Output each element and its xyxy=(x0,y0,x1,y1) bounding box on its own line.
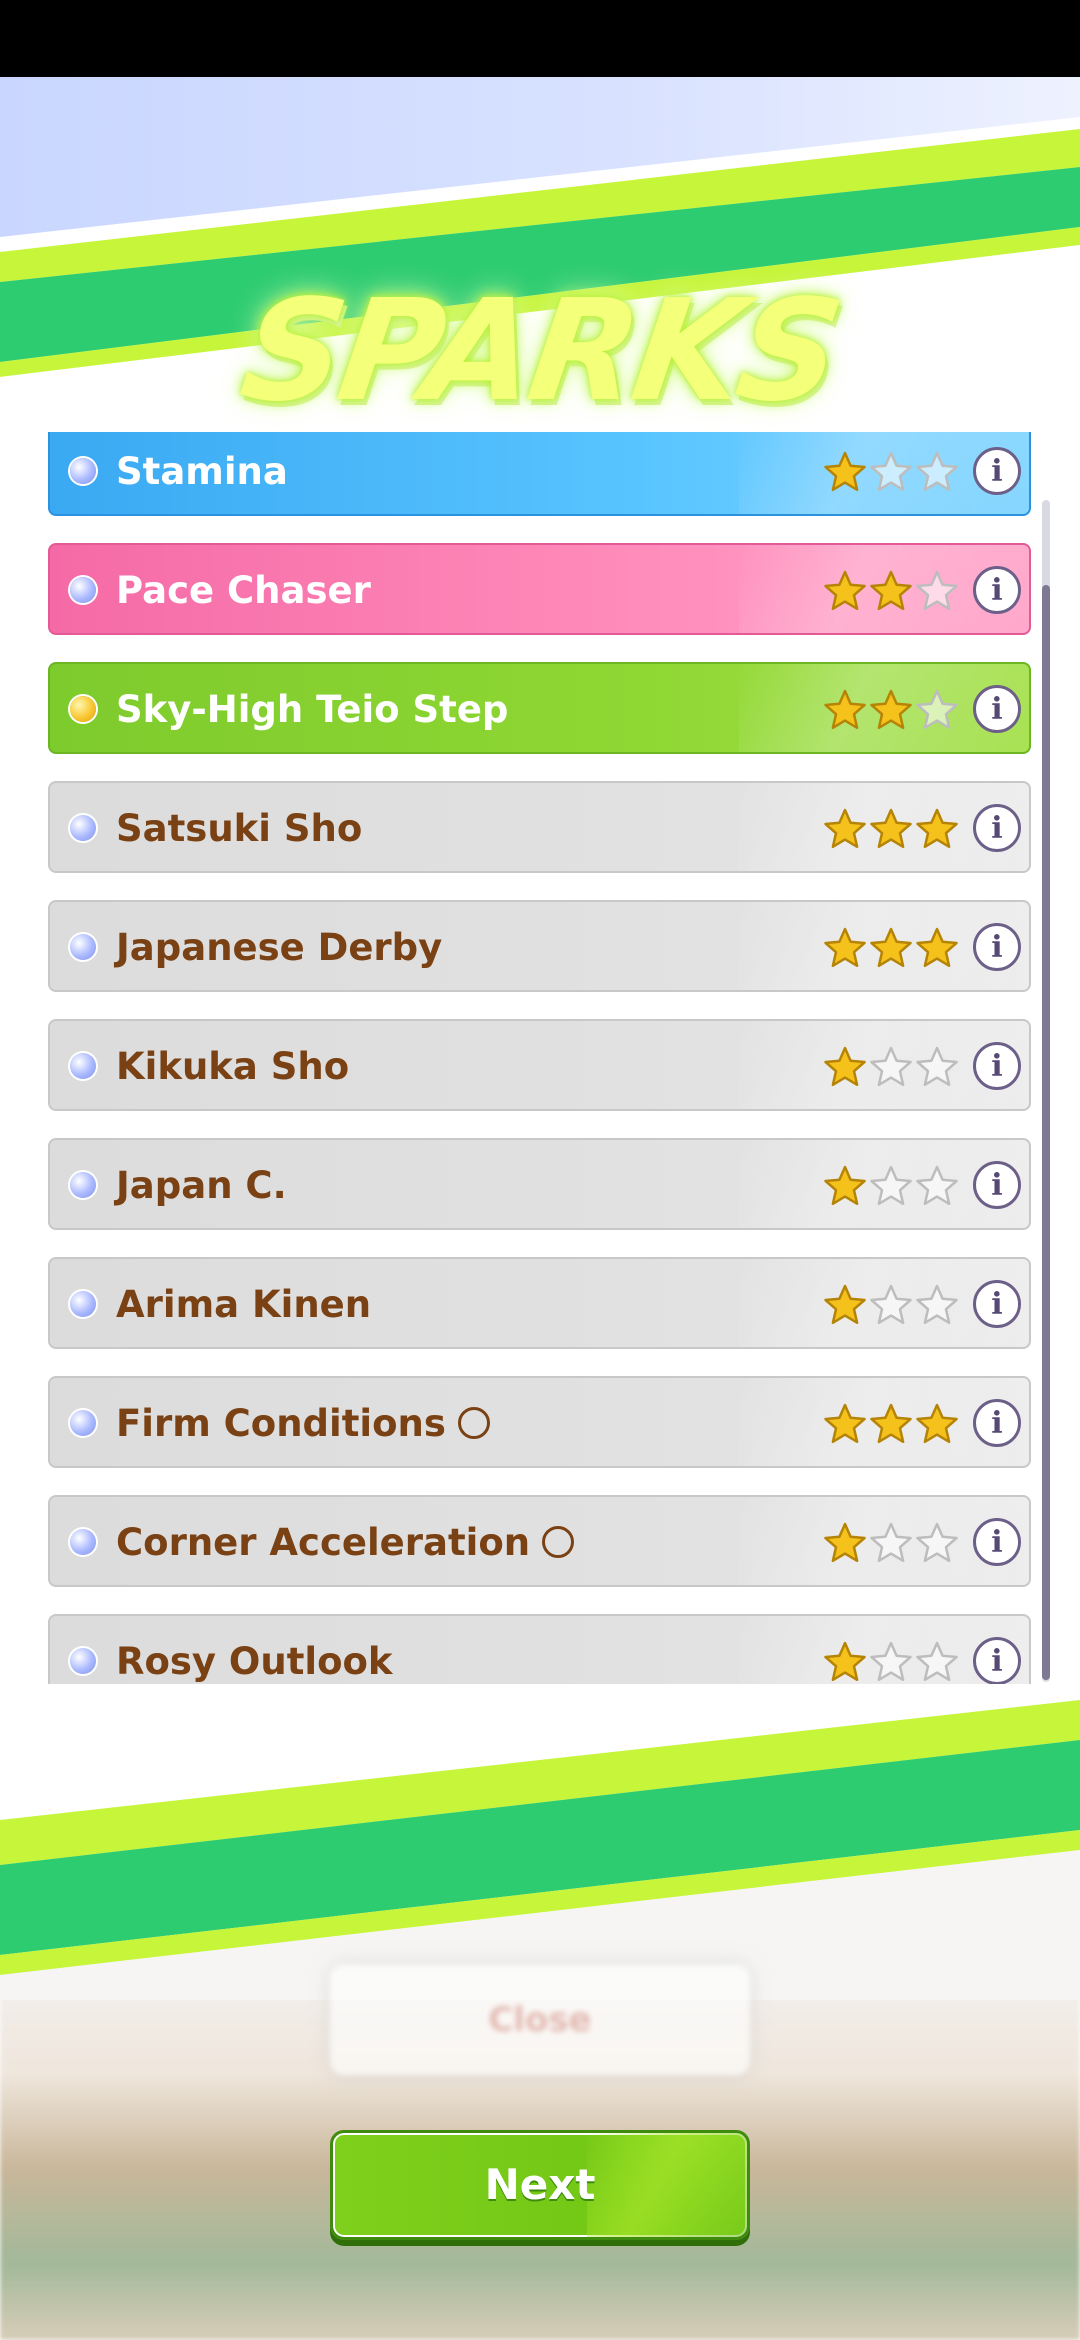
star-rating xyxy=(823,545,959,633)
info-button[interactable]: i xyxy=(973,1280,1021,1328)
star-rating xyxy=(823,1140,959,1228)
star-filled-icon xyxy=(916,1403,958,1444)
circle-rank-icon xyxy=(542,1525,575,1558)
blue-orb-icon xyxy=(70,458,96,484)
star-filled-icon xyxy=(824,808,866,849)
star-filled-icon xyxy=(824,1165,866,1206)
star-filled-icon xyxy=(870,1403,912,1444)
spark-row[interactable]: Pace Chaser i xyxy=(48,543,1031,635)
spark-row[interactable]: Arima Kinen i xyxy=(48,1257,1031,1349)
spark-label: Stamina xyxy=(116,450,288,493)
next-button[interactable]: Next xyxy=(330,2130,750,2240)
spark-label: Arima Kinen xyxy=(116,1283,372,1326)
spark-row[interactable]: Kikuka Sho i xyxy=(48,1019,1031,1111)
star-rating xyxy=(823,1497,959,1585)
star-filled-icon xyxy=(870,689,912,730)
spark-row[interactable]: Japanese Derby i xyxy=(48,900,1031,992)
spark-row[interactable]: Corner Acceleration i xyxy=(48,1495,1031,1587)
info-button[interactable]: i xyxy=(973,1399,1021,1447)
star-filled-icon xyxy=(824,1046,866,1087)
page-title: SPARKS xyxy=(232,270,848,433)
spark-row[interactable]: Rosy Outlook i xyxy=(48,1614,1031,1684)
star-empty-icon xyxy=(870,1641,912,1682)
blue-orb-icon xyxy=(70,1291,96,1317)
star-filled-icon xyxy=(870,927,912,968)
blue-orb-icon xyxy=(70,815,96,841)
info-button[interactable]: i xyxy=(973,1161,1021,1209)
info-button[interactable]: i xyxy=(973,1637,1021,1684)
star-empty-icon xyxy=(916,451,958,492)
star-filled-icon xyxy=(916,927,958,968)
star-empty-icon xyxy=(870,1165,912,1206)
info-button[interactable]: i xyxy=(973,685,1021,733)
spark-row[interactable]: Satsuki Sho i xyxy=(48,781,1031,873)
star-empty-icon xyxy=(916,1522,958,1563)
close-button: Close xyxy=(330,1965,750,2075)
star-rating xyxy=(823,1378,959,1466)
scrollbar-thumb[interactable] xyxy=(1042,585,1050,1680)
star-filled-icon xyxy=(870,808,912,849)
star-rating xyxy=(823,1616,959,1684)
star-empty-icon xyxy=(916,1165,958,1206)
star-filled-icon xyxy=(824,451,866,492)
star-empty-icon xyxy=(870,451,912,492)
star-rating xyxy=(823,902,959,990)
spark-label: Japanese Derby xyxy=(116,926,443,969)
spark-label: Japan C. xyxy=(116,1164,287,1207)
star-rating xyxy=(823,1259,959,1347)
blue-orb-icon xyxy=(70,1410,96,1436)
star-empty-icon xyxy=(870,1046,912,1087)
star-filled-icon xyxy=(824,1403,866,1444)
star-filled-icon xyxy=(916,808,958,849)
status-bar xyxy=(0,0,1080,77)
spark-label: Corner Acceleration xyxy=(116,1497,575,1585)
info-button[interactable]: i xyxy=(973,566,1021,614)
blue-orb-icon xyxy=(70,1529,96,1555)
star-rating xyxy=(823,664,959,752)
star-filled-icon xyxy=(824,1284,866,1325)
star-rating xyxy=(823,1021,959,1109)
star-empty-icon xyxy=(916,1284,958,1325)
spark-label: Kikuka Sho xyxy=(116,1045,350,1088)
star-filled-icon xyxy=(824,570,866,611)
star-empty-icon xyxy=(870,1284,912,1325)
star-filled-icon xyxy=(824,689,866,730)
star-filled-icon xyxy=(824,1641,866,1682)
gold-orb-icon xyxy=(70,696,96,722)
star-filled-icon xyxy=(870,570,912,611)
star-rating xyxy=(823,432,959,514)
blue-orb-icon xyxy=(70,934,96,960)
sparks-list[interactable]: Stamina i Pace Chaser i Sky-High Teio Step i S… xyxy=(48,432,1033,1684)
info-button[interactable]: i xyxy=(973,1518,1021,1566)
star-filled-icon xyxy=(824,927,866,968)
star-empty-icon xyxy=(916,1046,958,1087)
next-button-label: Next xyxy=(484,2160,596,2209)
blue-orb-icon xyxy=(70,1648,96,1674)
info-button[interactable]: i xyxy=(973,447,1021,495)
footer-stripes xyxy=(0,1700,1080,2000)
spark-row[interactable]: Sky-High Teio Step i xyxy=(48,662,1031,754)
spark-label: Pace Chaser xyxy=(116,569,371,612)
spark-label: Satsuki Sho xyxy=(116,807,363,850)
info-button[interactable]: i xyxy=(973,923,1021,971)
spark-row[interactable]: Stamina i xyxy=(48,432,1031,516)
star-empty-icon xyxy=(916,1641,958,1682)
info-button[interactable]: i xyxy=(973,804,1021,852)
spark-row[interactable]: Japan C. i xyxy=(48,1138,1031,1230)
star-empty-icon xyxy=(916,689,958,730)
spark-label: Firm Conditions xyxy=(116,1378,490,1466)
star-rating xyxy=(823,783,959,871)
star-empty-icon xyxy=(916,570,958,611)
blue-orb-icon xyxy=(70,577,96,603)
spark-label: Rosy Outlook xyxy=(116,1640,393,1683)
info-button[interactable]: i xyxy=(973,1042,1021,1090)
blue-orb-icon xyxy=(70,1172,96,1198)
star-filled-icon xyxy=(824,1522,866,1563)
spark-row[interactable]: Firm Conditions i xyxy=(48,1376,1031,1468)
spark-label: Sky-High Teio Step xyxy=(116,688,509,731)
blue-orb-icon xyxy=(70,1053,96,1079)
circle-rank-icon xyxy=(457,1406,490,1439)
close-button-label: Close xyxy=(488,2000,592,2040)
star-empty-icon xyxy=(870,1522,912,1563)
